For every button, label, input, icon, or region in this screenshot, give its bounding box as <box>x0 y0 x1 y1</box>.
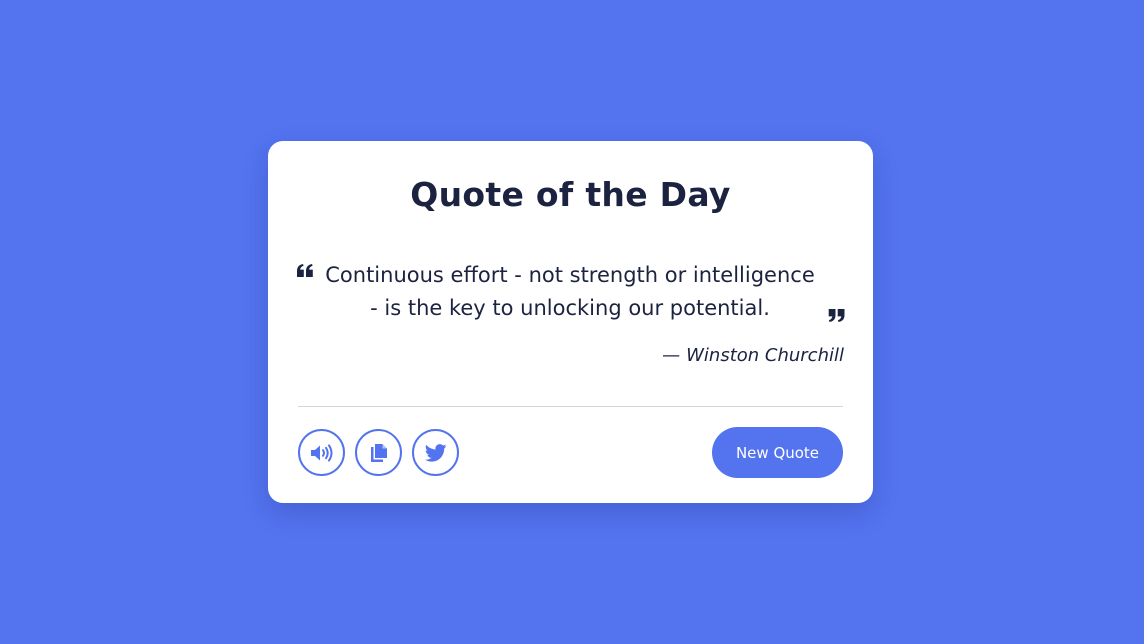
divider <box>298 406 843 407</box>
quote-card: Quote of the Day Continuous effort - not… <box>268 141 873 503</box>
speaker-icon <box>310 443 334 463</box>
quote-text: Continuous effort - not strength or inte… <box>325 263 815 320</box>
quote-area: Continuous effort - not strength or inte… <box>297 259 845 349</box>
card-title: Quote of the Day <box>410 175 731 214</box>
twitter-icon <box>424 443 447 462</box>
action-icons <box>298 429 459 476</box>
quote-right-icon <box>828 307 845 322</box>
copy-icon <box>370 443 388 463</box>
speak-button[interactable] <box>298 429 345 476</box>
quote-author: — Winston Churchill <box>662 345 844 366</box>
quote-left-icon <box>297 263 313 277</box>
author-dash: — <box>662 345 681 366</box>
tweet-button[interactable] <box>412 429 459 476</box>
copy-button[interactable] <box>355 429 402 476</box>
new-quote-button[interactable]: New Quote <box>712 427 843 478</box>
author-name: Winston Churchill <box>686 345 844 366</box>
